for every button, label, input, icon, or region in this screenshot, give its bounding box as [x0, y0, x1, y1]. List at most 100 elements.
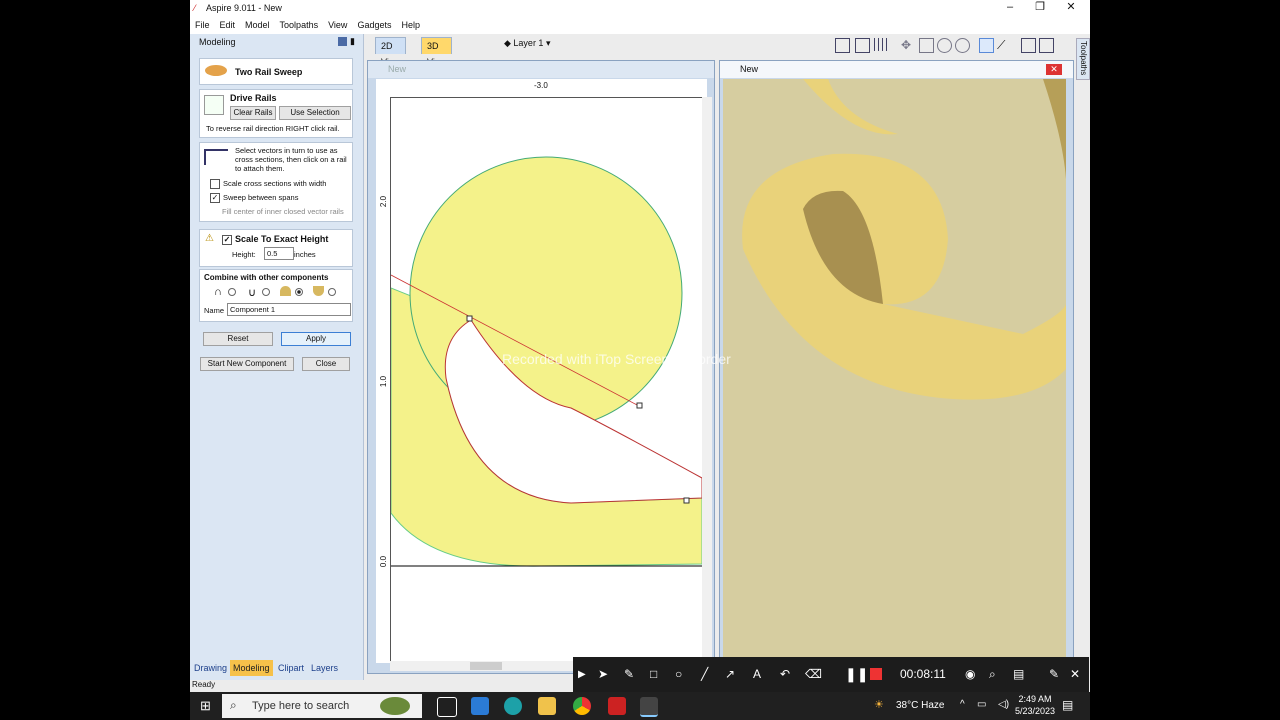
- undo-icon[interactable]: ↶: [780, 657, 790, 692]
- combine-merge-icon[interactable]: [280, 286, 291, 296]
- scale-cross-sections-option[interactable]: Scale cross sections with width: [210, 179, 326, 190]
- pin-icon[interactable]: ▮: [350, 36, 355, 47]
- recorder-app-icon[interactable]: [608, 697, 626, 715]
- close-window-button[interactable]: ✕: [1056, 0, 1086, 16]
- clear-rails-button[interactable]: Clear Rails: [230, 106, 276, 120]
- combine-low-icon[interactable]: [313, 286, 324, 296]
- draw-tool-icon[interactable]: ⟋: [997, 38, 1005, 53]
- view-2d-vscroll[interactable]: [702, 97, 712, 657]
- combine-subtract-icon[interactable]: ∪: [248, 286, 256, 299]
- menu-help[interactable]: Help: [396, 16, 425, 34]
- use-selection-button[interactable]: Use Selection: [279, 106, 351, 120]
- view-3d-close-button[interactable]: ✕: [1046, 64, 1062, 75]
- pen-tool-icon[interactable]: ✎: [624, 657, 634, 692]
- aspire-app-icon[interactable]: [640, 697, 658, 717]
- scale-exact-height-option[interactable]: ✓ Scale To Exact Height: [222, 234, 328, 245]
- volume-icon[interactable]: ◁): [998, 699, 1009, 710]
- scale-exact-height-checkbox[interactable]: ✓: [222, 234, 232, 245]
- tab-drawing[interactable]: Drawing: [194, 660, 227, 676]
- comment-icon[interactable]: ▤: [1013, 657, 1024, 692]
- menu-view[interactable]: View: [323, 16, 352, 34]
- menu-file[interactable]: File: [190, 16, 215, 34]
- task-view-icon[interactable]: [437, 697, 457, 717]
- node-handle-2[interactable]: [636, 402, 643, 409]
- menu-edit[interactable]: Edit: [215, 16, 241, 34]
- drawing-canvas[interactable]: [391, 98, 702, 663]
- render-canvas[interactable]: [723, 79, 1066, 657]
- weather-text[interactable]: 38°C Haze: [896, 700, 944, 711]
- scale-cross-sections-checkbox[interactable]: [210, 179, 220, 190]
- menu-gadgets[interactable]: Gadgets: [352, 16, 396, 34]
- combine-add-radio[interactable]: [228, 288, 236, 296]
- panel-options-icon[interactable]: [338, 37, 347, 46]
- rectangle-tool-icon[interactable]: □: [650, 657, 657, 692]
- combine-low-radio[interactable]: [328, 288, 336, 296]
- ellipse-tool-icon[interactable]: ○: [675, 657, 682, 692]
- layout-tile-icon[interactable]: [1039, 38, 1054, 53]
- text-tool-icon[interactable]: A: [753, 657, 761, 692]
- layer-selector[interactable]: ◆ Layer 1 ▾: [504, 38, 550, 49]
- start-new-component-button[interactable]: Start New Component: [200, 357, 294, 371]
- pointer-tool-icon[interactable]: ➤: [598, 657, 608, 692]
- zoom-in-icon[interactable]: [937, 38, 952, 53]
- sweep-between-spans-option[interactable]: ✓ Sweep between spans: [210, 193, 299, 204]
- tab-modeling[interactable]: Modeling: [230, 660, 273, 676]
- file-explorer-icon[interactable]: [538, 697, 556, 715]
- pause-icon[interactable]: ❚❚: [845, 657, 868, 692]
- mail-icon[interactable]: [471, 697, 489, 715]
- view-3d-window: New ✕: [719, 60, 1074, 660]
- zoom-box-icon[interactable]: [835, 38, 850, 53]
- eraser-icon[interactable]: ⌫: [805, 657, 822, 692]
- clock-time[interactable]: 2:49 AM: [1015, 694, 1055, 704]
- stop-icon[interactable]: [870, 668, 882, 680]
- tab-clipart[interactable]: Clipart: [278, 660, 304, 676]
- close-button[interactable]: Close: [302, 357, 350, 371]
- pan-icon[interactable]: ✥: [901, 38, 911, 52]
- menu-toolpaths[interactable]: Toolpaths: [275, 16, 324, 34]
- clock-date[interactable]: 5/23/2023: [1010, 706, 1060, 716]
- restore-button[interactable]: ❐: [1025, 0, 1055, 16]
- chrome-icon[interactable]: [573, 697, 591, 715]
- collapse-icon[interactable]: ▶: [578, 657, 586, 692]
- ruler-top-label: -3.0: [534, 81, 548, 90]
- reset-button[interactable]: Reset: [203, 332, 273, 346]
- weather-icon: ☀: [874, 699, 884, 711]
- line-tool-icon[interactable]: ╱: [701, 657, 708, 692]
- toolpaths-side-tab[interactable]: Toolpaths: [1076, 38, 1090, 80]
- ruler-left-label-2: 1.0: [379, 375, 389, 388]
- screenshot-icon[interactable]: ◉: [965, 657, 975, 692]
- windows-start-icon[interactable]: ⊞: [200, 698, 211, 714]
- view-toggle-icon[interactable]: [979, 38, 994, 53]
- sweep-between-spans-label: Sweep between spans: [223, 193, 299, 202]
- edge-icon[interactable]: [504, 697, 522, 715]
- component-name-input[interactable]: Component 1: [227, 303, 351, 316]
- tab-2d-view[interactable]: 2D View: [375, 37, 407, 67]
- network-icon[interactable]: ▭: [977, 699, 986, 710]
- node-handle-3[interactable]: [683, 497, 690, 504]
- minimize-button[interactable]: –: [995, 0, 1025, 16]
- apply-button[interactable]: Apply: [281, 332, 351, 346]
- notifications-icon[interactable]: ▤: [1062, 698, 1073, 712]
- sweep-between-spans-checkbox[interactable]: ✓: [210, 193, 220, 204]
- zoom-extents-icon[interactable]: [919, 38, 934, 53]
- close-recorder-icon[interactable]: ✕: [1070, 657, 1080, 692]
- combine-add-icon[interactable]: ∩: [214, 286, 222, 298]
- zoom-icon[interactable]: ⌕: [989, 657, 996, 692]
- arrow-tool-icon[interactable]: ↗: [725, 657, 735, 692]
- grid-icon[interactable]: [874, 38, 887, 51]
- tray-chevron-icon[interactable]: ^: [960, 699, 965, 710]
- taskbar-search[interactable]: ⌕ Type here to search: [222, 694, 422, 718]
- tab-3d-view[interactable]: 3D View: [421, 37, 453, 67]
- zoom-out-icon[interactable]: [955, 38, 970, 53]
- align-icon[interactable]: [855, 38, 870, 53]
- combine-subtract-radio[interactable]: [262, 288, 270, 296]
- layout-split-icon[interactable]: [1021, 38, 1036, 53]
- height-input[interactable]: 0.5: [264, 247, 294, 260]
- combine-merge-radio[interactable]: [295, 288, 303, 296]
- toolpaths-side-label: Toolpaths: [1079, 41, 1088, 76]
- menu-model[interactable]: Model: [240, 16, 275, 34]
- node-handle-1[interactable]: [466, 315, 473, 322]
- edit-icon[interactable]: ✎: [1049, 657, 1059, 692]
- hscroll-thumb[interactable]: [470, 662, 502, 670]
- tab-layers[interactable]: Layers: [311, 660, 338, 676]
